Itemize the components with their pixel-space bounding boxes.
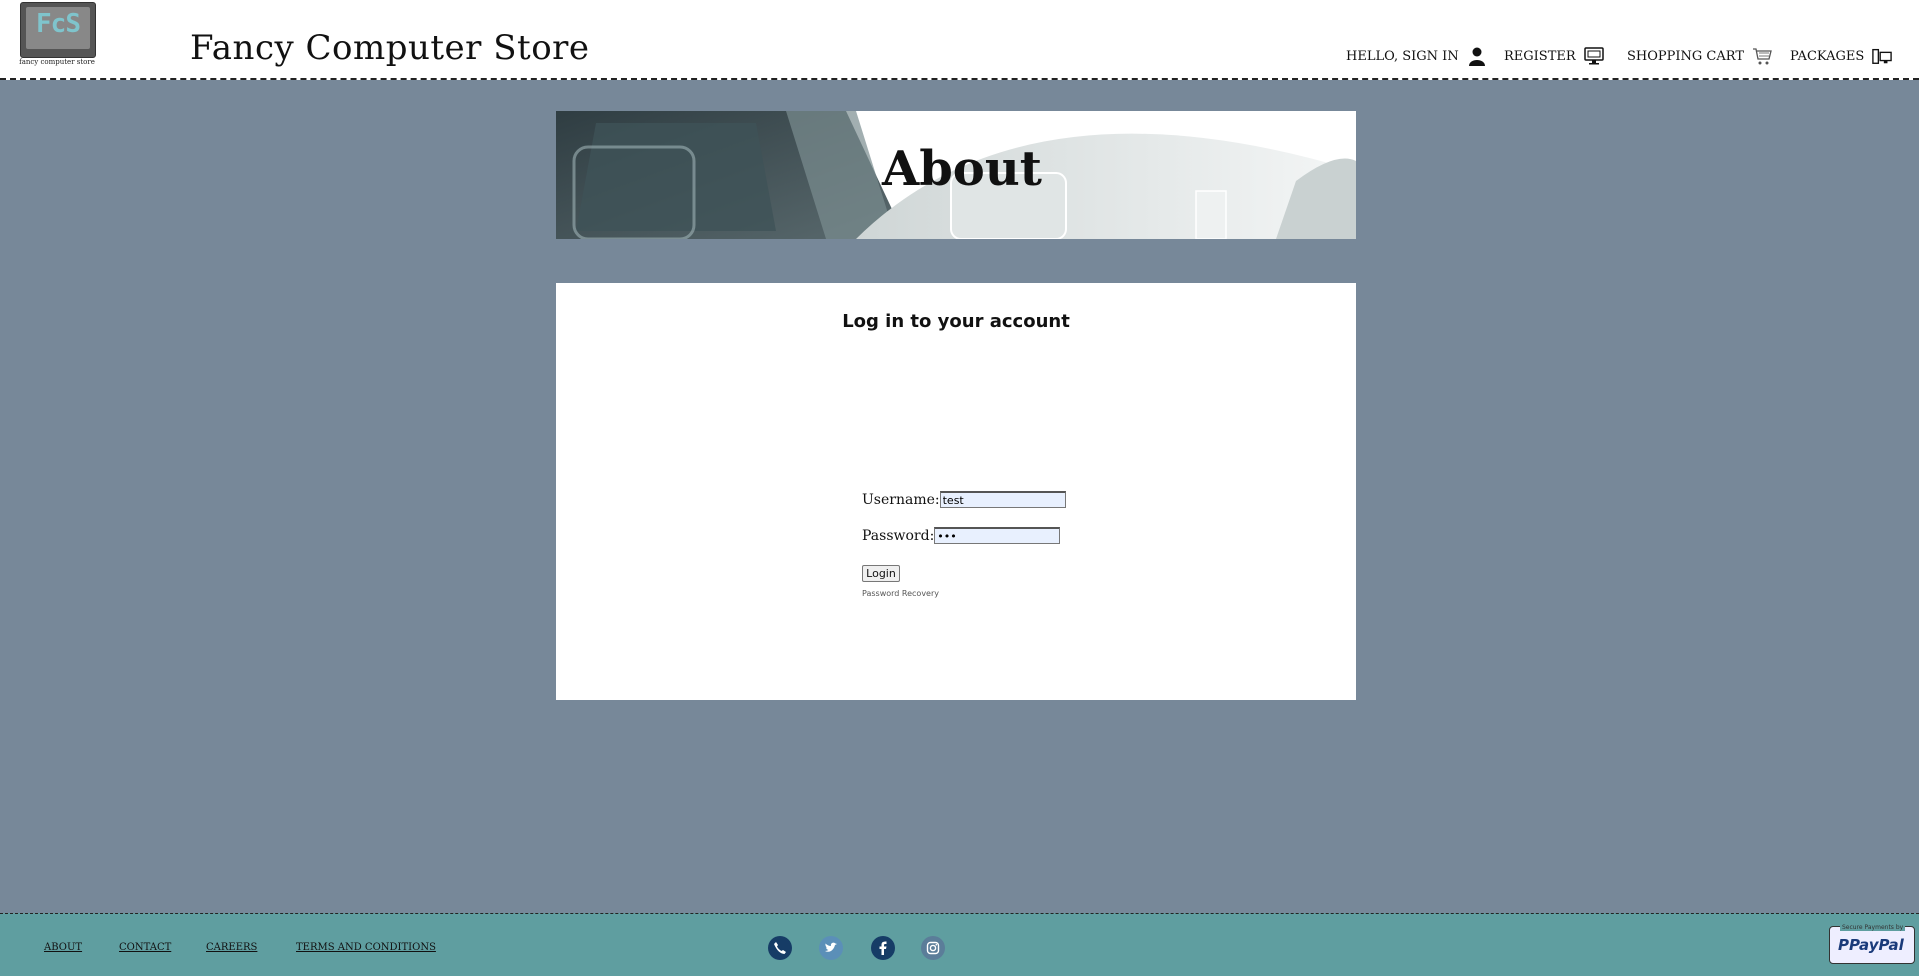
- about-banner: About: [556, 111, 1356, 239]
- nav-packages-label: PACKAGES: [1790, 48, 1865, 64]
- paypal-logo: PPayPal: [1838, 936, 1904, 954]
- username-label: Username:: [862, 491, 940, 508]
- paypal-secure-text: Secure Payments by: [1840, 924, 1906, 931]
- facebook-icon[interactable]: [871, 936, 895, 960]
- main-nav: HELLO, SIGN IN REGISTER SHOPPING CART PA…: [0, 44, 1919, 70]
- phone-icon[interactable]: [768, 936, 792, 960]
- twitter-icon[interactable]: [819, 936, 843, 960]
- footer-link-contact[interactable]: CONTACT: [119, 942, 171, 953]
- paypal-label: PayPal: [1849, 936, 1904, 954]
- cart-icon: [1753, 48, 1772, 65]
- login-button[interactable]: Login: [862, 565, 900, 582]
- username-input[interactable]: [939, 491, 1066, 508]
- nav-shopping-cart[interactable]: SHOPPING CART: [1627, 46, 1772, 66]
- login-panel: Log in to your account Username: Passwor…: [556, 283, 1356, 700]
- site-footer: ABOUT CONTACT CAREERS TERMS AND CONDITIO…: [0, 913, 1919, 976]
- paypal-badge: Secure Payments by PPayPal: [1829, 924, 1915, 964]
- nav-sign-in[interactable]: HELLO, SIGN IN: [1346, 46, 1487, 66]
- nav-sign-in-label: HELLO, SIGN IN: [1346, 48, 1459, 64]
- footer-link-careers[interactable]: CAREERS: [206, 942, 257, 953]
- site-header: FcS fancy computer store Fancy Computer …: [0, 0, 1919, 80]
- nav-cart-label: SHOPPING CART: [1627, 48, 1744, 64]
- logo-letters: FcS: [36, 9, 81, 39]
- nav-register-label: REGISTER: [1504, 48, 1576, 64]
- login-title: Log in to your account: [842, 311, 1070, 332]
- nav-register[interactable]: REGISTER: [1504, 46, 1604, 66]
- password-label: Password:: [862, 527, 935, 544]
- banner-title: About: [882, 141, 1042, 197]
- instagram-icon[interactable]: [921, 936, 945, 960]
- user-icon: [1468, 47, 1485, 66]
- username-row: Username:: [862, 491, 1066, 508]
- password-row: Password:: [862, 527, 1061, 544]
- footer-link-about[interactable]: ABOUT: [44, 942, 82, 953]
- password-input[interactable]: [934, 527, 1061, 544]
- password-recovery-link[interactable]: Password Recovery: [862, 589, 939, 598]
- monitor-icon: [1583, 47, 1604, 65]
- nav-packages[interactable]: PACKAGES: [1790, 46, 1893, 66]
- footer-link-terms[interactable]: TERMS AND CONDITIONS: [296, 942, 436, 953]
- computer-icon: [1872, 48, 1893, 64]
